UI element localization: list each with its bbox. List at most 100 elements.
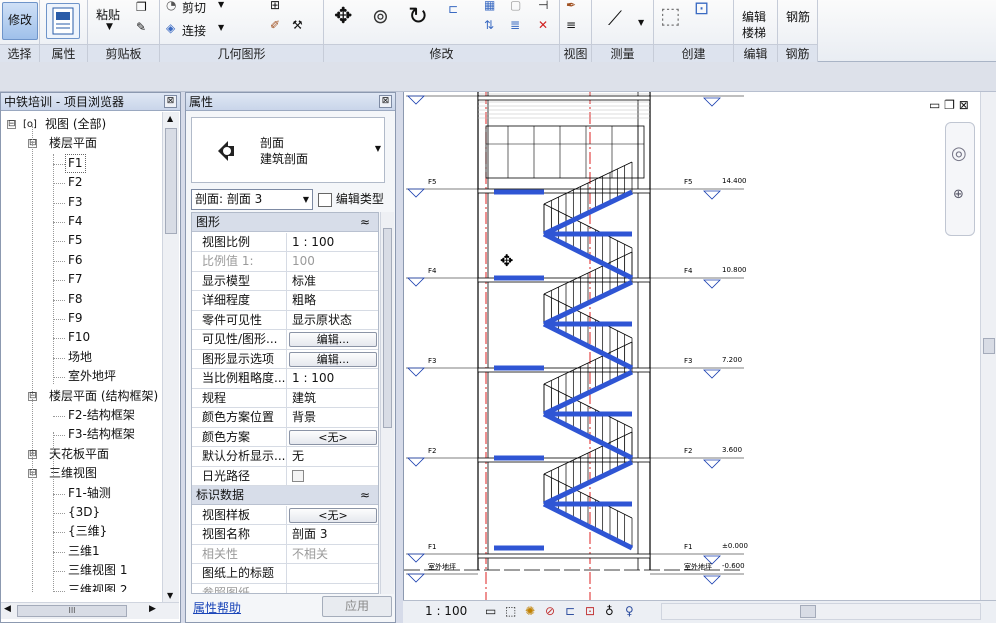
instance-filter-dropdown-icon[interactable]: ▼	[303, 190, 309, 209]
properties-scroll-thumb[interactable]	[383, 228, 392, 428]
browser-tree-item[interactable]: F1	[65, 153, 86, 173]
align-icon[interactable]: ▦	[484, 0, 495, 12]
property-section-header[interactable]: 图形 ≈	[192, 213, 378, 232]
measure-dropdown-icon[interactable]: ▼	[638, 18, 644, 27]
property-edit-button[interactable]: <无>	[289, 507, 377, 523]
edit-type-button[interactable]: 编辑类型	[318, 189, 392, 210]
scroll-down-arrow-icon[interactable]: ▼	[167, 591, 173, 600]
sun-path-checkbox[interactable]	[292, 469, 304, 482]
steering-wheel-icon[interactable]: ◎	[951, 143, 967, 164]
pin-icon[interactable]: ⊣	[538, 0, 548, 12]
browser-tree-item[interactable]: F10	[68, 328, 90, 347]
property-edit-button[interactable]: <无>	[289, 429, 377, 445]
apply-button[interactable]: 应用	[322, 596, 392, 617]
paste-dropdown-icon[interactable]: ▼	[106, 22, 113, 32]
browser-tree-item[interactable]: 三维视图	[49, 464, 97, 483]
property-value[interactable]: 无	[288, 447, 378, 466]
property-value[interactable]: 建筑	[288, 389, 378, 408]
restore-view-icon[interactable]: ❐	[944, 98, 955, 112]
browser-tree-item[interactable]: F5	[68, 231, 83, 250]
canvas-scroll-thumb[interactable]	[983, 338, 995, 354]
browser-vertical-scrollbar[interactable]: ▲ ▼	[162, 112, 179, 602]
modify-button[interactable]: 修改	[2, 2, 38, 40]
property-value[interactable]: 1 : 100	[288, 369, 378, 388]
match-properties-icon[interactable]: ✎	[136, 20, 146, 34]
create-part-icon[interactable]: ⬚	[660, 4, 681, 29]
browser-tree-item[interactable]: F1-轴测	[68, 484, 111, 503]
sun-path-icon[interactable]: ✺	[525, 604, 535, 618]
browser-tree-item[interactable]: F2-结构框架	[68, 406, 135, 425]
browser-tree-item[interactable]: F4	[68, 212, 83, 231]
rebar-button[interactable]: 钢筋	[786, 8, 810, 25]
collapse-section-icon[interactable]: ≈	[360, 486, 370, 505]
delete-icon[interactable]: ✕	[538, 18, 548, 32]
browser-tree-item[interactable]: F2	[68, 173, 83, 192]
browser-tree-item[interactable]: F9	[68, 309, 83, 328]
browser-tree-item[interactable]: 视图 (全部)	[45, 115, 106, 134]
close-view-icon[interactable]: ⊠	[959, 98, 969, 112]
cut-geometry-icon[interactable]: ◔	[166, 0, 176, 12]
scroll-right-arrow-icon[interactable]: ▶	[149, 604, 156, 614]
join-geometry-button[interactable]: 连接	[182, 22, 206, 39]
detail-level-icon[interactable]: ▭	[485, 604, 496, 618]
canvas-vertical-scrollbar[interactable]	[980, 92, 996, 600]
create-group-icon[interactable]: ⊡	[694, 0, 709, 19]
visual-style-icon[interactable]: ⬚	[505, 604, 516, 618]
rotate-icon[interactable]: ↻	[408, 2, 428, 30]
browser-tree-item[interactable]: F6	[68, 251, 83, 270]
paste-button[interactable]: 粘贴	[96, 6, 120, 23]
properties-help-link[interactable]: 属性帮助	[193, 599, 241, 616]
browser-tree-item[interactable]: F7	[68, 270, 83, 289]
instance-filter-select[interactable]: 剖面: 剖面 3 ▼	[191, 189, 313, 210]
scroll-up-arrow-icon[interactable]: ▲	[167, 114, 173, 123]
cut-geometry-button[interactable]: 剪切	[182, 0, 206, 16]
browser-tree-item[interactable]: 三维视图 2	[68, 581, 127, 592]
paint-icon[interactable]: ✐	[270, 18, 280, 32]
offset-icon[interactable]: ▢	[510, 0, 521, 12]
measure-icon[interactable]: ⟋	[608, 6, 622, 30]
browser-tree-item[interactable]: 楼层平面 (结构框架)	[49, 387, 158, 406]
properties-button[interactable]	[46, 3, 80, 39]
type-selector[interactable]: 剖面 建筑剖面 ▼	[191, 117, 385, 183]
show-crop-icon[interactable]: ⊡	[585, 604, 595, 618]
tree-expander-icon[interactable]: ⊟	[7, 120, 16, 129]
property-value[interactable]: 粗略	[288, 291, 378, 310]
cut-dropdown-icon[interactable]: ▼	[218, 0, 224, 9]
properties-scrollbar[interactable]	[380, 212, 394, 594]
browser-tree-item[interactable]: 三维视图 1	[68, 561, 127, 580]
property-value[interactable]: 剖面 3	[288, 525, 378, 544]
hide-element-icon[interactable]: ✒	[566, 0, 576, 12]
reveal-hidden-icon[interactable]: ♀	[625, 604, 634, 618]
browser-tree-item[interactable]: 场地	[68, 348, 92, 367]
property-edit-button[interactable]: 编辑...	[289, 351, 377, 367]
temporary-hide-icon[interactable]: ♁	[605, 604, 614, 618]
property-value[interactable]	[288, 564, 378, 583]
scroll-left-arrow-icon[interactable]: ◀	[4, 604, 11, 614]
canvas-hscroll-thumb[interactable]	[800, 605, 816, 618]
move-icon[interactable]: ✥	[334, 4, 352, 29]
property-value[interactable]: 背景	[288, 408, 378, 427]
browser-tree-item[interactable]: {三维}	[68, 522, 107, 541]
shadows-icon[interactable]: ⊘	[545, 604, 555, 618]
property-value[interactable]: 1 : 100	[288, 233, 378, 252]
browser-tree-item[interactable]: F8	[68, 290, 83, 309]
browser-horizontal-scrollbar[interactable]: ◀ III ▶	[1, 602, 179, 619]
minimize-view-icon[interactable]: ▭	[929, 98, 940, 112]
properties-close-button[interactable]: ⊠	[379, 95, 392, 108]
type-selector-dropdown-icon[interactable]: ▼	[375, 144, 381, 153]
crop-view-icon[interactable]: ⊏	[565, 604, 575, 618]
browser-tree-item[interactable]: 天花板平面	[49, 445, 109, 464]
zoom-region-icon[interactable]: ⊕	[953, 187, 964, 202]
split-face-icon[interactable]: ⊞	[270, 0, 280, 12]
edit-stair-sublabel[interactable]: 楼梯	[742, 24, 766, 41]
property-value[interactable]: 显示原状态	[288, 311, 378, 330]
override-graphics-icon[interactable]: ≡	[566, 18, 576, 32]
copy-icon[interactable]: ❐	[136, 0, 147, 14]
trim-icon[interactable]: ⊏	[448, 2, 458, 16]
join-geometry-icon[interactable]: ◈	[166, 21, 175, 35]
property-edit-button[interactable]: 编辑...	[289, 332, 377, 347]
browser-tree-item[interactable]: 室外地坪	[68, 367, 116, 386]
copy-element-icon[interactable]: ⊚	[372, 4, 389, 28]
browser-tree-item[interactable]: F3-结构框架	[68, 425, 135, 444]
property-section-header[interactable]: 标识数据 ≈	[192, 486, 378, 505]
